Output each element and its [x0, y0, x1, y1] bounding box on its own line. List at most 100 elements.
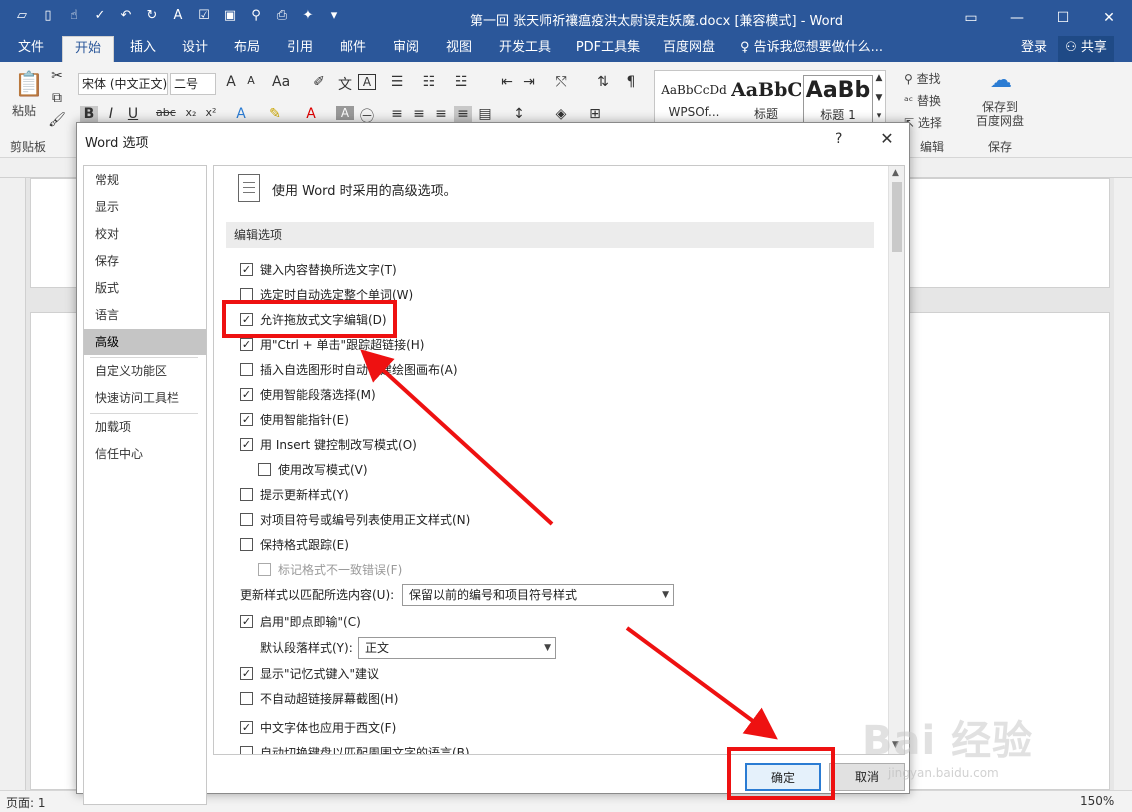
chinese-layout-icon[interactable]: ⤲ [552, 74, 570, 90]
new-document-icon[interactable]: ▯ [40, 8, 56, 24]
bold-icon[interactable]: B [80, 106, 98, 122]
checkbox-unchecked[interactable] [240, 488, 253, 501]
scrollbar-thumb[interactable] [892, 182, 902, 252]
tell-me-box[interactable]: ♀ 告诉我您想要做什么... [740, 36, 890, 62]
borders-icon[interactable]: ⊞ [586, 106, 604, 122]
grow-font-icon[interactable]: A [222, 74, 240, 90]
print-preview-icon[interactable]: ⎙ [274, 8, 290, 24]
folder-icon[interactable]: ▱ [14, 8, 30, 24]
checkbox-checked[interactable]: ✓ [240, 338, 253, 351]
styles-scroll-up-icon[interactable]: ▲ [873, 73, 885, 83]
change-case-icon[interactable]: Aa [272, 74, 290, 90]
baidu-cloud-icon[interactable]: ☁ [988, 68, 1014, 93]
checkbox-unchecked[interactable] [240, 513, 253, 526]
checkbox-unchecked[interactable] [240, 288, 253, 301]
tab-mailings[interactable]: 邮件 [332, 36, 374, 62]
checkbox-unchecked[interactable] [258, 463, 271, 476]
checkbox-checked[interactable]: ✓ [240, 413, 253, 426]
cut-icon[interactable]: ✂ [48, 68, 66, 84]
nav-general[interactable]: 常规 [84, 167, 206, 193]
default-paragraph-select[interactable]: 正文 ▼ [358, 637, 556, 659]
font-size-icon[interactable]: A [170, 8, 186, 24]
nav-advanced[interactable]: 高级 [84, 329, 206, 355]
decrease-indent-icon[interactable]: ⇤ [498, 74, 516, 90]
style-heading-1[interactable]: AaBb 标题 1 [803, 75, 873, 125]
save-to-baidu-button[interactable]: 保存到 百度网盘 [976, 100, 1024, 128]
styles-more-icon[interactable]: ▾ [873, 111, 885, 121]
scroll-up-icon[interactable]: ▲ [892, 168, 899, 178]
superscript-icon[interactable]: x² [202, 106, 220, 119]
replace-button[interactable]: ᵃᶜ 替换 [904, 92, 941, 109]
checkbox-unchecked[interactable] [240, 363, 253, 376]
checkbox-checked[interactable]: ✓ [240, 263, 253, 276]
numbering-icon[interactable]: ☷ [420, 74, 438, 90]
find-icon[interactable]: ⚲ [248, 8, 264, 24]
tab-developer[interactable]: 开发工具 [494, 36, 556, 62]
touch-mode-icon[interactable]: ☝ [66, 8, 82, 24]
nav-proofing[interactable]: 校对 [84, 221, 206, 247]
page-indicator[interactable]: 页面: 1 [6, 794, 46, 811]
checkbox-unchecked[interactable] [240, 538, 253, 551]
options-scrollbar[interactable]: ▲ ▼ [888, 166, 904, 754]
checkbox-icon[interactable]: ☑ [196, 8, 212, 24]
tab-design[interactable]: 设计 [174, 36, 216, 62]
customize-qat-icon[interactable]: ▾ [326, 8, 342, 24]
tab-home[interactable]: 开始 [62, 36, 114, 62]
tab-layout[interactable]: 布局 [226, 36, 268, 62]
font-size-select[interactable]: 二号 [170, 73, 216, 95]
nav-trust-center[interactable]: 信任中心 [84, 441, 206, 467]
show-marks-icon[interactable]: ¶ [622, 74, 640, 90]
undo-icon[interactable]: ↶ [118, 8, 134, 24]
redo-icon[interactable]: ↻ [144, 8, 160, 24]
char-shading-icon[interactable]: A [336, 106, 354, 120]
tab-insert[interactable]: 插入 [122, 36, 164, 62]
multilevel-list-icon[interactable]: ☳ [452, 74, 470, 90]
line-spacing-icon[interactable]: ↕ [510, 106, 528, 122]
maximize-icon[interactable]: ☐ [1040, 0, 1086, 36]
increase-indent-icon[interactable]: ⇥ [520, 74, 538, 90]
tab-pdf-tools[interactable]: PDF工具集 [568, 36, 648, 62]
strikethrough-icon[interactable]: abc [156, 106, 176, 119]
ok-button[interactable]: 确定 [745, 763, 821, 791]
highlight-icon[interactable]: ✎ [266, 106, 284, 122]
distributed-icon[interactable]: ▤ [476, 106, 494, 122]
font-color-icon[interactable]: A [302, 106, 320, 122]
style-wpsoffice[interactable]: AaBbCcDd WPSOf... [659, 75, 729, 125]
subscript-icon[interactable]: x₂ [182, 106, 200, 119]
align-right-icon[interactable]: ≡ [432, 106, 450, 122]
nav-quick-access-toolbar[interactable]: 快速访问工具栏 [84, 385, 206, 411]
tab-review[interactable]: 审阅 [385, 36, 427, 62]
font-name-select[interactable]: 宋体 (中文正文) [78, 73, 168, 95]
restore-ribbon-icon[interactable]: ▭ [948, 0, 994, 36]
text-effects-icon[interactable]: A [232, 106, 250, 122]
format-icon[interactable]: ✦ [300, 8, 316, 24]
document-scrollbar[interactable] [1114, 178, 1132, 790]
paste-label[interactable]: 粘贴 [12, 102, 36, 119]
paste-icon[interactable]: 📋 [14, 70, 44, 98]
justify-icon[interactable]: ≡ [454, 106, 472, 122]
vertical-ruler[interactable] [0, 178, 26, 790]
nav-display[interactable]: 显示 [84, 194, 206, 220]
checkbox-checked[interactable]: ✓ [240, 388, 253, 401]
checkbox-checked[interactable]: ✓ [240, 667, 253, 680]
shading-icon[interactable]: ◈ [552, 106, 570, 122]
help-icon[interactable]: ? [835, 131, 842, 147]
underline-icon[interactable]: U [124, 106, 142, 122]
save-icon[interactable]: ▣ [222, 8, 238, 24]
zoom-level[interactable]: 150% [1080, 794, 1114, 808]
minimize-icon[interactable]: — [994, 0, 1040, 36]
align-left-icon[interactable]: ≡ [388, 106, 406, 122]
nav-add-ins[interactable]: 加载项 [84, 414, 206, 440]
align-center-icon[interactable]: ≡ [410, 106, 428, 122]
shrink-font-icon[interactable]: A [242, 74, 260, 87]
checkbox-unchecked[interactable] [240, 692, 253, 705]
tab-view[interactable]: 视图 [438, 36, 480, 62]
login-link[interactable]: 登录 [1014, 36, 1054, 62]
styles-scroll-down-icon[interactable]: ▼ [873, 93, 885, 103]
phonetic-guide-icon[interactable]: 文 [336, 74, 354, 94]
tab-references[interactable]: 引用 [279, 36, 321, 62]
clear-format-icon[interactable]: ✐ [310, 74, 328, 90]
char-border-icon[interactable]: A [358, 74, 376, 90]
italic-icon[interactable]: I [102, 106, 120, 122]
share-button[interactable]: ⚇ 共享 [1058, 36, 1114, 62]
